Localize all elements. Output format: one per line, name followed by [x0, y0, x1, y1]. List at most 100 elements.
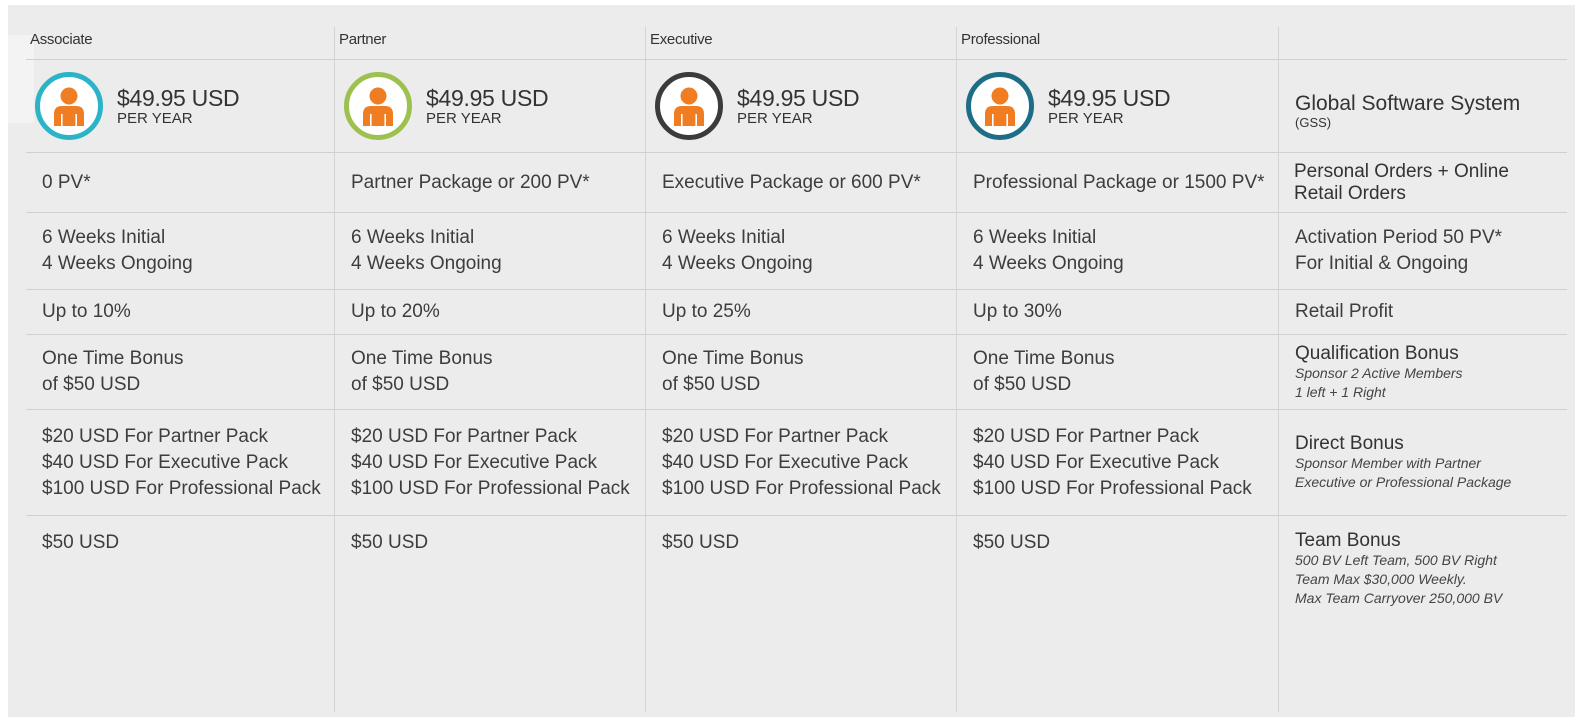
bonus-line2: of $50 USD — [42, 374, 141, 395]
weeks-ongoing: 4 Weeks Ongoing — [351, 253, 502, 274]
team-executive: $50 USD — [646, 516, 957, 712]
bonus-executive: One Time Bonus of $50 USD — [646, 335, 957, 410]
weeks-executive: 6 Weeks Initial 4 Weeks Ongoing — [646, 213, 957, 290]
person-icon — [54, 87, 84, 126]
team-bonus-label: Team Bonus — [1295, 530, 1401, 551]
weeks-initial: 6 Weeks Initial — [973, 227, 1097, 248]
team-professional: $50 USD — [957, 516, 1279, 712]
direct-bonus-note2: Executive or Professional Package — [1295, 474, 1512, 490]
direct-professional-pack: $100 USD For Professional Pack — [662, 477, 941, 499]
qualification-partner: Partner Package or 200 PV* — [335, 153, 646, 213]
bonus-line2: of $50 USD — [973, 374, 1072, 395]
person-icon — [363, 87, 393, 126]
qualification-bonus-label: Qualification Bonus — [1295, 342, 1459, 364]
weeks-partner: 6 Weeks Initial 4 Weeks Ongoing — [335, 213, 646, 290]
price-cell-professional: $49.95 USD PER YEAR — [957, 60, 1279, 153]
direct-professional-pack: $100 USD For Professional Pack — [351, 477, 630, 499]
weeks-associate: 6 Weeks Initial 4 Weeks Ongoing — [26, 213, 335, 290]
direct-partner-pack: $20 USD For Partner Pack — [351, 425, 577, 447]
avatar — [344, 72, 412, 140]
avatar — [35, 72, 103, 140]
direct-professional-pack: $100 USD For Professional Pack — [973, 477, 1252, 499]
gss-subtitle: (GSS) — [1295, 114, 1332, 130]
price-cell-executive: $49.95 USD PER YEAR — [646, 60, 957, 153]
direct-professional-pack: $100 USD For Professional Pack — [42, 477, 321, 499]
activation-label-line2: For Initial & Ongoing — [1295, 253, 1469, 274]
direct-associate: $20 USD For Partner Pack $40 USD For Exe… — [26, 410, 335, 516]
tier-comparison-table: Associate Partner Executive Professional… — [26, 27, 1567, 712]
bonus-partner: One Time Bonus of $50 USD — [335, 335, 646, 410]
direct-executive-pack: $40 USD For Executive Pack — [662, 451, 909, 473]
direct-partner-pack: $20 USD For Partner Pack — [662, 425, 888, 447]
activation-label-line1: Activation Period 50 PV* — [1295, 227, 1503, 248]
team-bonus-note1: 500 BV Left Team, 500 BV Right — [1295, 552, 1497, 568]
tier-header-professional: Professional — [957, 27, 1279, 60]
direct-executive-pack: $40 USD For Executive Pack — [351, 451, 598, 473]
price-amount: $49.95 USD — [737, 84, 860, 111]
price-amount: $49.95 USD — [1048, 84, 1171, 111]
qualification-executive: Executive Package or 600 PV* — [646, 153, 957, 213]
price-period: PER YEAR — [1048, 109, 1124, 127]
retail-professional: Up to 30% — [957, 290, 1279, 335]
weeks-initial: 6 Weeks Initial — [351, 227, 475, 248]
team-associate: $50 USD — [26, 516, 335, 712]
price-period: PER YEAR — [426, 109, 502, 127]
weeks-initial: 6 Weeks Initial — [42, 227, 166, 248]
weeks-ongoing: 4 Weeks Ongoing — [973, 253, 1124, 274]
price-cell-partner: $49.95 USD PER YEAR — [335, 60, 646, 153]
orders-label-line1: Personal Orders + Online — [1294, 160, 1509, 182]
bonus-line1: One Time Bonus — [42, 348, 184, 369]
bonus-associate: One Time Bonus of $50 USD — [26, 335, 335, 410]
direct-professional: $20 USD For Partner Pack $40 USD For Exe… — [957, 410, 1279, 516]
retail-profit-label: Retail Profit — [1279, 290, 1567, 335]
activation-label-cell: Activation Period 50 PV* For Initial & O… — [1279, 213, 1567, 290]
retail-executive: Up to 25% — [646, 290, 957, 335]
price-cell-associate: $49.95 USD PER YEAR — [26, 60, 335, 153]
weeks-ongoing: 4 Weeks Ongoing — [42, 253, 193, 274]
labels-header — [1279, 27, 1567, 60]
team-bonus-note3: Max Team Carryover 250,000 BV — [1295, 590, 1503, 606]
team-bonus-cell: Team Bonus 500 BV Left Team, 500 BV Righ… — [1279, 516, 1567, 712]
qualification-professional: Professional Package or 1500 PV* — [957, 153, 1279, 213]
direct-bonus-cell: Direct Bonus Sponsor Member with Partner… — [1279, 410, 1567, 516]
weeks-ongoing: 4 Weeks Ongoing — [662, 253, 813, 274]
price-amount: $49.95 USD — [117, 84, 240, 111]
qualification-bonus-note2: 1 left + 1 Right — [1295, 383, 1386, 400]
bonus-professional: One Time Bonus of $50 USD — [957, 335, 1279, 410]
weeks-initial: 6 Weeks Initial — [662, 227, 786, 248]
tier-header-associate: Associate — [26, 27, 335, 60]
orders-label-cell: Personal Orders + Online Retail Orders — [1279, 153, 1567, 213]
person-icon — [674, 87, 704, 126]
retail-partner: Up to 20% — [335, 290, 646, 335]
weeks-professional: 6 Weeks Initial 4 Weeks Ongoing — [957, 213, 1279, 290]
qualification-associate: 0 PV* — [26, 153, 335, 213]
bonus-line1: One Time Bonus — [662, 348, 804, 369]
qualification-bonus-note1: Sponsor 2 Active Members — [1295, 364, 1463, 381]
orders-label-line2: Retail Orders — [1294, 182, 1406, 204]
gss-label-cell: Global Software System (GSS) — [1279, 60, 1567, 153]
bonus-line2: of $50 USD — [662, 374, 761, 395]
price-period: PER YEAR — [737, 109, 813, 127]
direct-executive-pack: $40 USD For Executive Pack — [42, 451, 289, 473]
bonus-line2: of $50 USD — [351, 374, 450, 395]
avatar — [655, 72, 723, 140]
price-amount: $49.95 USD — [426, 84, 549, 111]
qualification-bonus-cell: Qualification Bonus Sponsor 2 Active Mem… — [1279, 335, 1567, 410]
direct-executive: $20 USD For Partner Pack $40 USD For Exe… — [646, 410, 957, 516]
team-bonus-note2: Team Max $30,000 Weekly. — [1295, 571, 1467, 587]
direct-bonus-label: Direct Bonus — [1295, 433, 1404, 454]
price-period: PER YEAR — [117, 109, 193, 127]
direct-executive-pack: $40 USD For Executive Pack — [973, 451, 1220, 473]
person-icon — [985, 87, 1015, 126]
direct-bonus-note1: Sponsor Member with Partner — [1295, 455, 1481, 471]
retail-associate: Up to 10% — [26, 290, 335, 335]
avatar — [966, 72, 1034, 140]
tier-header-partner: Partner — [335, 27, 646, 60]
bonus-line1: One Time Bonus — [973, 348, 1115, 369]
direct-partner: $20 USD For Partner Pack $40 USD For Exe… — [335, 410, 646, 516]
direct-partner-pack: $20 USD For Partner Pack — [42, 425, 268, 447]
team-partner: $50 USD — [335, 516, 646, 712]
direct-partner-pack: $20 USD For Partner Pack — [973, 425, 1199, 447]
bonus-line1: One Time Bonus — [351, 348, 493, 369]
gss-title: Global Software System — [1295, 91, 1521, 115]
